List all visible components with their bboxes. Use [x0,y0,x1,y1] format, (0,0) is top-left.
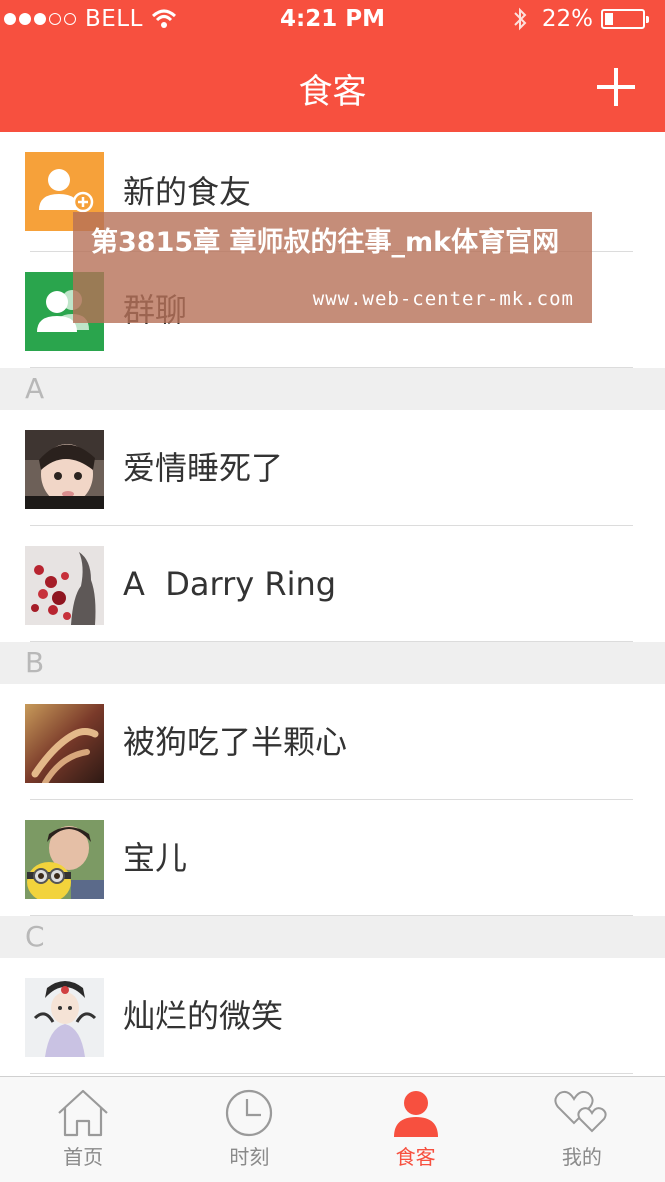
battery-percent: 22% [541,6,593,32]
avatar [25,820,104,899]
avatar [25,978,104,1057]
tab-bar: 首页 时刻 食客 我的 [0,1076,665,1182]
avatar [25,430,104,509]
tab-label: 时刻 [229,1145,270,1169]
contact-row[interactable]: 宝儿 [0,800,665,916]
contact-row[interactable]: 灿烂的微笑 [0,958,665,1074]
tab-label: 食客 [395,1145,436,1169]
app-header: BELL 4:21 PM 22% 食客 [0,0,665,132]
avatar [25,704,104,783]
divider [30,1073,633,1074]
battery-icon [601,9,649,29]
contact-name: 宝儿 [123,839,188,877]
banner-url: www.web-center-mk.com [312,288,574,310]
section-header-a: A [0,368,665,410]
tab-moments[interactable]: 时刻 [166,1077,332,1182]
tab-home[interactable]: 首页 [0,1077,166,1182]
contact-row[interactable]: A Darry Ring [0,526,665,642]
tab-diners[interactable]: 食客 [333,1077,499,1182]
contact-name: 灿烂的微笑 [123,997,284,1035]
home-icon [58,1089,108,1137]
hearts-icon [554,1090,607,1133]
add-icon[interactable] [597,68,635,106]
contact-name: A Darry Ring [123,565,337,603]
clock-icon [226,1089,273,1137]
banner-title: 第3815章 章师叔的往事_mk体育官网 [91,227,560,258]
watermark-banner: 第3815章 章师叔的往事_mk体育官网 www.web-center-mk.c… [73,212,592,323]
contact-row[interactable]: 爱情睡死了 [0,410,665,526]
section-header-c: C [0,916,665,958]
status-bar: BELL 4:21 PM 22% [0,0,665,40]
person-icon [393,1091,438,1137]
page-title: 食客 [298,72,367,112]
tab-mine[interactable]: 我的 [499,1077,665,1182]
status-right: 22% [512,6,649,32]
section-header-b: B [0,642,665,684]
contact-name: 被狗吃了半颗心 [123,723,348,761]
tab-label: 我的 [561,1145,602,1169]
avatar [25,546,104,625]
bluetooth-icon [514,7,527,31]
contact-row[interactable]: 被狗吃了半颗心 [0,684,665,800]
contact-name: 爱情睡死了 [123,449,284,487]
tab-label: 首页 [63,1145,104,1169]
